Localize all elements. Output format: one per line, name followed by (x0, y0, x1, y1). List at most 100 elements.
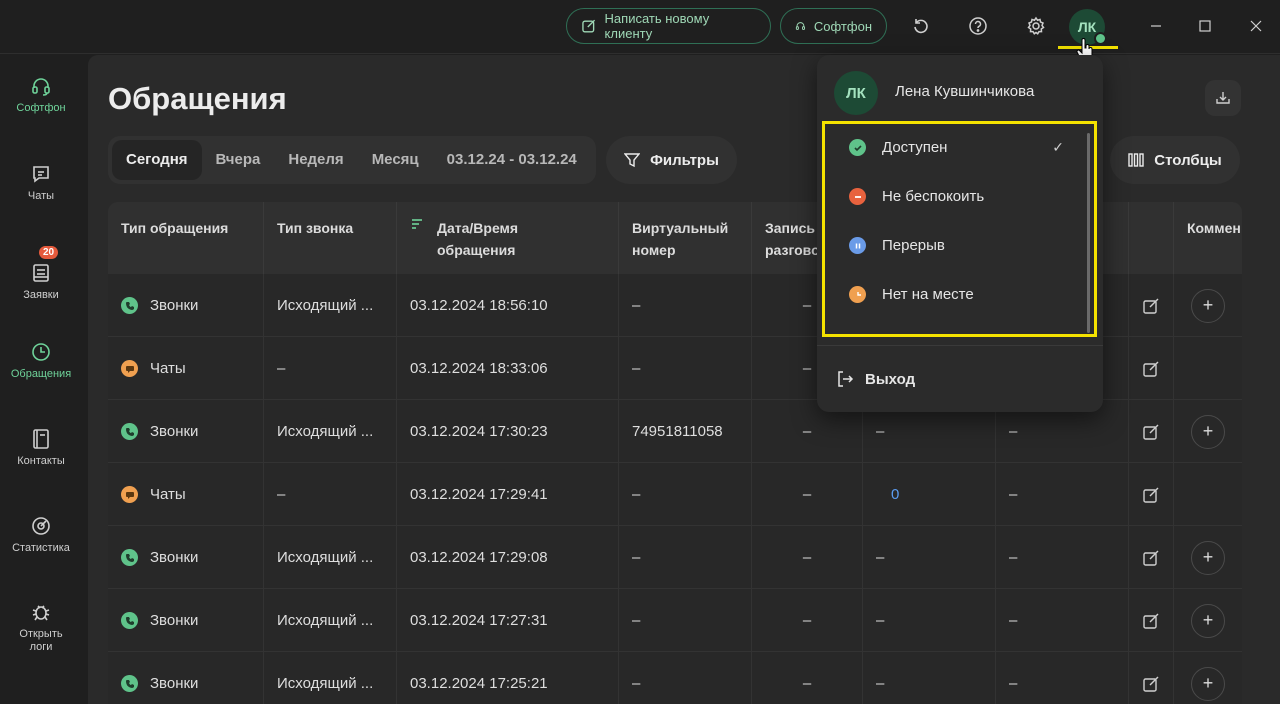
column-header-call-type[interactable]: Тип звонка (264, 202, 397, 274)
plus-icon: + (1202, 610, 1214, 630)
sidebar-item-label: Контакты (17, 455, 65, 467)
sidebar-item-label: Статистика (12, 542, 70, 554)
cell-record: – (752, 652, 863, 704)
column-header-type[interactable]: Тип обращения (108, 202, 264, 274)
period-date-range[interactable]: 03.12.24 - 03.12.24 (433, 140, 591, 180)
sidebar-item-tickets[interactable]: 20 Заявки (0, 242, 82, 312)
tickets-count-badge: 20 (39, 246, 59, 259)
column-header-datetime[interactable]: Дата/Время обращения (397, 202, 619, 274)
column-header-datetime-line2: обращения (437, 242, 516, 258)
cell-call-type: – (264, 337, 397, 400)
user-initials: ЛК (1077, 19, 1097, 35)
cell-type: Звонки (108, 652, 264, 704)
cell-record: – (752, 463, 863, 526)
edit-button[interactable] (1129, 337, 1174, 400)
plus-icon: + (1202, 295, 1214, 315)
sort-icon (412, 219, 422, 229)
contacts-icon (33, 429, 49, 449)
add-comment-button[interactable]: + (1191, 666, 1225, 701)
edit-button[interactable] (1129, 652, 1174, 704)
cell-col6: 0 (863, 463, 996, 526)
cell-record: – (752, 589, 863, 652)
tickets-icon (33, 264, 49, 282)
minimize-icon[interactable] (1144, 14, 1168, 38)
cell-virtual-number: – (619, 274, 752, 337)
period-month[interactable]: Месяц (358, 140, 433, 180)
logout-icon (838, 371, 854, 387)
column-header-datetime-line1: Дата/Время (437, 220, 519, 236)
table-row[interactable]: Чаты – 03.12.2024 17:29:41 – – 0 – (108, 463, 1242, 526)
cell-col7: – (996, 463, 1129, 526)
sidebar-item-contacts[interactable]: Контакты (0, 420, 82, 490)
chat-icon (121, 360, 138, 377)
status-badge (1094, 32, 1107, 45)
cell-call-type: Исходящий ... (264, 400, 397, 463)
cell-record: – (752, 526, 863, 589)
headset-icon (32, 78, 50, 96)
table-row[interactable]: Звонки Исходящий ... 03.12.2024 17:29:08… (108, 526, 1242, 589)
sidebar-item-label: Заявки (23, 289, 59, 301)
edit-icon (1142, 549, 1160, 567)
cell-col6: – (863, 589, 996, 652)
cell-call-type: Исходящий ... (264, 274, 397, 337)
cell-type-label: Звонки (150, 423, 199, 440)
title-bar: Написать новому клиенту Софтфон ЛК (0, 0, 1280, 62)
columns-button[interactable]: Столбцы (1110, 136, 1240, 184)
add-comment-button[interactable]: + (1191, 603, 1225, 638)
status-list-highlight (822, 121, 1097, 337)
table-row[interactable]: Звонки Исходящий ... 03.12.2024 17:25:21… (108, 652, 1242, 704)
sidebar-item-logs[interactable]: Открыть логи (0, 593, 82, 663)
column-header-comment[interactable]: Коммен (1174, 202, 1242, 274)
edit-button[interactable] (1129, 526, 1174, 589)
period-yesterday[interactable]: Вчера (202, 140, 275, 180)
cell-col6: – (863, 652, 996, 704)
column-header-actions (1129, 202, 1174, 274)
edit-button[interactable] (1129, 274, 1174, 337)
refresh-icon[interactable] (907, 12, 935, 40)
cell-virtual-number: – (619, 463, 752, 526)
cell-type: Звонки (108, 400, 264, 463)
cell-col7: – (996, 526, 1129, 589)
gear-icon[interactable] (1022, 12, 1050, 40)
cell-col6-value: – (876, 675, 885, 692)
sidebar-item-requests[interactable]: Обращения (0, 333, 82, 403)
cell-virtual-number: 74951811058 (619, 400, 752, 463)
phone-icon (121, 423, 138, 440)
help-icon[interactable] (964, 12, 992, 40)
cell-call-type: Исходящий ... (264, 652, 397, 704)
sidebar-item-label: Обращения (10, 368, 72, 380)
cell-type: Чаты (108, 463, 264, 526)
edit-icon (1142, 297, 1160, 315)
period-today[interactable]: Сегодня (112, 140, 202, 180)
edit-icon (1142, 360, 1160, 378)
write-new-client-label: Написать новому клиенту (604, 11, 710, 41)
edit-button[interactable] (1129, 400, 1174, 463)
edit-button[interactable] (1129, 589, 1174, 652)
export-button[interactable] (1205, 80, 1241, 116)
softphone-button[interactable]: Софтфон (780, 8, 887, 44)
cell-datetime: 03.12.2024 17:25:21 (397, 652, 619, 704)
sidebar-item-softphone[interactable]: Софтфон (0, 67, 82, 137)
maximize-icon[interactable] (1193, 14, 1217, 38)
close-icon[interactable] (1244, 14, 1268, 38)
write-new-client-button[interactable]: Написать новому клиенту (566, 8, 771, 44)
sidebar-item-statistics[interactable]: Статистика (0, 507, 82, 577)
sidebar-item-label: Софтфон (16, 102, 66, 114)
period-week[interactable]: Неделя (274, 140, 357, 180)
sidebar-item-chats[interactable]: Чаты (0, 155, 82, 225)
column-header-virtual-number[interactable]: Виртуальный номер (619, 202, 752, 274)
edit-button[interactable] (1129, 463, 1174, 526)
columns-icon (1128, 153, 1144, 167)
cell-col6-value: – (876, 423, 885, 440)
logout-button[interactable]: Выход (835, 365, 915, 393)
cell-datetime: 03.12.2024 17:29:41 (397, 463, 619, 526)
cell-type: Звонки (108, 274, 264, 337)
table-row[interactable]: Звонки Исходящий ... 03.12.2024 17:27:31… (108, 589, 1242, 652)
add-comment-button[interactable]: + (1191, 414, 1225, 449)
filters-button[interactable]: Фильтры (606, 136, 737, 184)
cell-datetime: 03.12.2024 18:56:10 (397, 274, 619, 337)
cell-col6-value: – (876, 612, 885, 629)
add-comment-button[interactable]: + (1191, 288, 1225, 323)
cell-comment (1174, 337, 1242, 400)
add-comment-button[interactable]: + (1191, 540, 1225, 575)
